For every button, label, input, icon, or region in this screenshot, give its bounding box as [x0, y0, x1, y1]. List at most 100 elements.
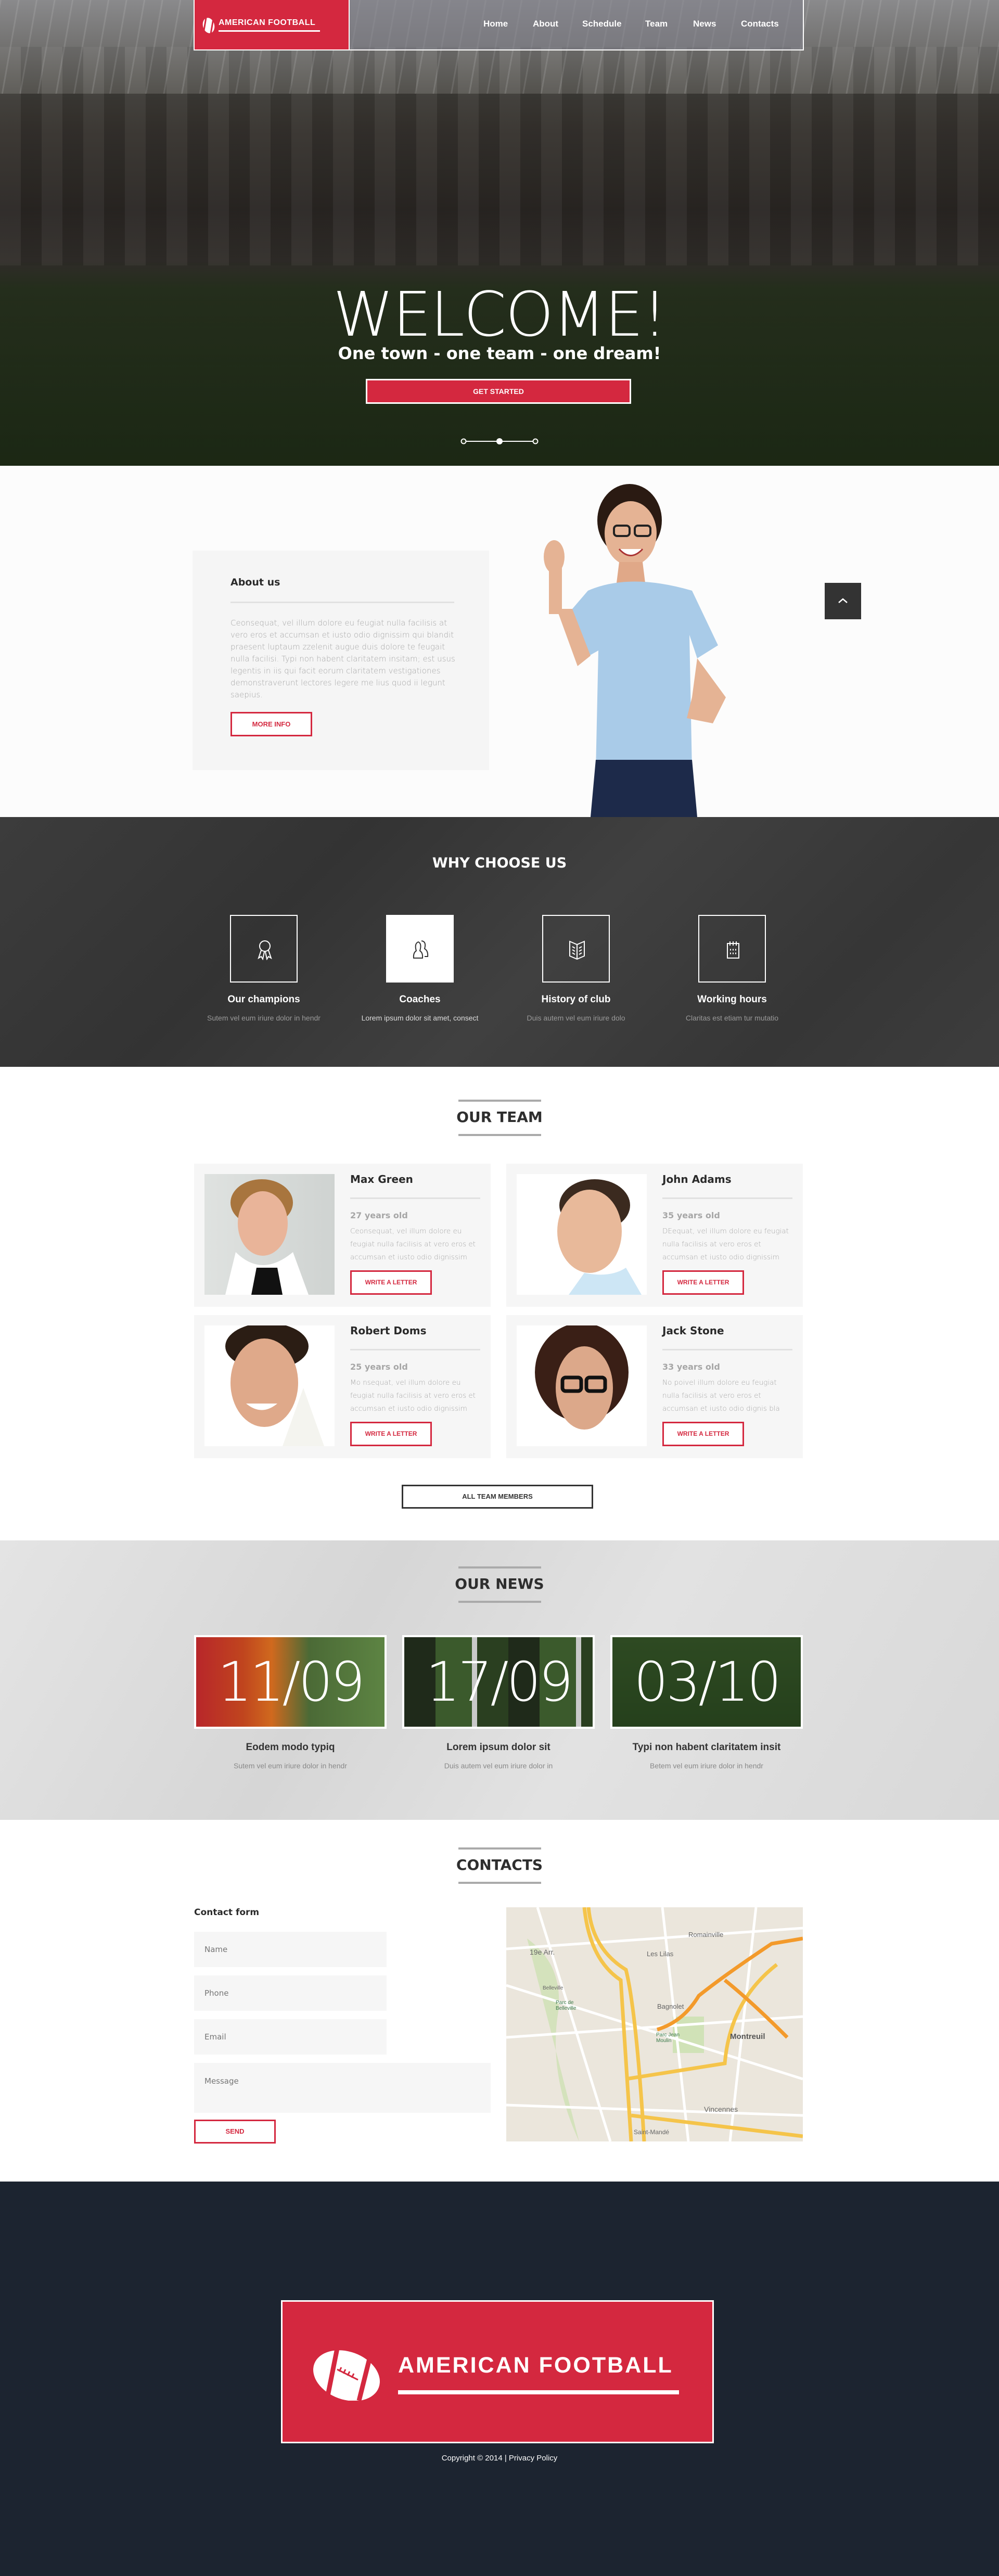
slide-dot-3[interactable]: [532, 438, 539, 444]
logo-underline: [398, 2390, 679, 2394]
map-label: Les Lilas: [647, 1950, 674, 1958]
hero-subtitle: One town - one team - one dream!: [338, 343, 661, 363]
member-age: 33 years old: [662, 1362, 720, 1372]
email-input[interactable]: [194, 2019, 387, 2055]
member-name: John Adams: [662, 1173, 732, 1185]
team-card: Jack Stone 33 years old No poivel illum …: [506, 1315, 803, 1458]
slide-dot-2[interactable]: [496, 438, 503, 444]
why-choose-us-section: [0, 817, 999, 1067]
about-card: About us Ceonsequat, vel illum dolore eu…: [193, 551, 489, 770]
map-label: Bagnolet: [657, 2003, 684, 2010]
site-logo[interactable]: AMERICAN FOOTBALL: [194, 0, 350, 50]
feature-text: Claritas est etiam tur mutatio: [685, 1014, 779, 1022]
member-name: Jack Stone: [662, 1324, 724, 1337]
news-date: 17/09: [426, 1650, 573, 1714]
all-team-members-button[interactable]: ALL TEAM MEMBERS: [402, 1485, 593, 1509]
member-name: Robert Doms: [350, 1324, 427, 1337]
news-date: 11/09: [217, 1650, 365, 1714]
member-bio: Ceonsequat, vel illum dolore eu feugiat …: [350, 1227, 476, 1261]
map-label: Belleville: [543, 1985, 563, 1991]
team-card: Max Green 27 years old Ceonsequat, vel i…: [194, 1164, 491, 1307]
phone-input[interactable]: [194, 1975, 387, 2011]
feature-text: Sutem vel eum iriure dolor in hendr: [207, 1014, 321, 1022]
message-input[interactable]: [194, 2063, 491, 2113]
map-label: Saint-Mandé: [634, 2128, 670, 2136]
footer-logo-text: AMERICAN FOOTBALL: [398, 2353, 673, 2378]
divider: [458, 1100, 541, 1102]
nav-home[interactable]: Home: [483, 19, 508, 29]
hero-title: WELCOME!: [333, 278, 667, 350]
copyright: Copyright © 2014 | Privacy Policy: [0, 2454, 999, 2463]
news-excerpt: Sutem vel eum iriure dolor in hendr: [234, 1762, 347, 1770]
news-excerpt: Betem vel eum iriure dolor in hendr: [650, 1762, 763, 1770]
contacts-title: CONTACTS: [456, 1856, 543, 1873]
about-title: About us: [230, 577, 280, 588]
feature-champions-box[interactable]: [230, 915, 298, 983]
divider: [350, 1197, 480, 1199]
map-label: Parc de Belleville: [556, 2000, 577, 2011]
get-started-button[interactable]: GET STARTED: [366, 379, 631, 404]
users-icon: [413, 940, 429, 959]
feature-title: Working hours: [697, 994, 767, 1005]
nav-schedule[interactable]: Schedule: [582, 19, 622, 29]
more-info-button[interactable]: MORE INFO: [230, 712, 312, 736]
map[interactable]: Romainville Les Lilas Bagnolet Montreuil…: [506, 1907, 803, 2141]
map-roads: [506, 1907, 803, 2141]
chevron-up-icon: [838, 598, 848, 603]
news-title[interactable]: Typi non habent claritatem insit: [610, 1742, 803, 1753]
about-section: [0, 466, 999, 817]
feature-coaches-box[interactable]: [386, 915, 454, 983]
news-title[interactable]: Lorem ipsum dolor sit: [402, 1742, 595, 1753]
nav-team[interactable]: Team: [645, 19, 668, 29]
team-heading: OUR TEAM: [0, 1100, 999, 1137]
nav-about[interactable]: About: [533, 19, 558, 29]
logo-text: AMERICAN FOOTBALL: [219, 18, 316, 27]
contact-form-title: Contact form: [194, 1907, 260, 1918]
write-letter-button[interactable]: WRITE A LETTER: [662, 1270, 744, 1295]
football-icon: [313, 2349, 380, 2401]
nav-contacts[interactable]: Contacts: [741, 19, 779, 29]
feature-hours-box[interactable]: [698, 915, 766, 983]
member-photo: [517, 1325, 647, 1446]
team-card: John Adams 35 years old DEequat, vel ill…: [506, 1164, 803, 1307]
send-button[interactable]: SEND: [194, 2120, 276, 2144]
map-label: 19e Arr.: [530, 1948, 555, 1956]
divider: [458, 1882, 541, 1884]
write-letter-button[interactable]: WRITE A LETTER: [350, 1270, 432, 1295]
team-card: Robert Doms 25 years old Mo nsequat, vel…: [194, 1315, 491, 1458]
name-input[interactable]: [194, 1932, 387, 1967]
news-image[interactable]: 11/09: [194, 1635, 387, 1729]
feature-text: Lorem ipsum dolor sit amet, consect: [361, 1014, 479, 1022]
divider: [350, 1349, 480, 1350]
contacts-heading: CONTACTS: [0, 1847, 999, 1885]
news-date: 03/10: [634, 1650, 782, 1714]
slider-pagination: [460, 438, 539, 444]
divider: [458, 1601, 541, 1603]
member-bio: Mo nsequat, vel illum dolore eu feugiat …: [350, 1379, 476, 1413]
divider: [458, 1566, 541, 1568]
scroll-to-top-button[interactable]: [825, 583, 861, 619]
nav-news[interactable]: News: [693, 19, 716, 29]
member-photo: [517, 1174, 647, 1295]
member-name: Max Green: [350, 1173, 413, 1185]
news-image[interactable]: 17/09: [402, 1635, 595, 1729]
player-image: [544, 484, 726, 817]
divider: [662, 1197, 792, 1199]
member-age: 27 years old: [350, 1210, 408, 1220]
member-bio: DEequat, vel illum dolore eu feugiat nul…: [662, 1227, 789, 1261]
about-text: Ceonsequat, vel illum dolore eu feugiat …: [230, 618, 455, 699]
logo-underline: [219, 30, 320, 32]
feature-history-box[interactable]: [542, 915, 610, 983]
footer-logo[interactable]: AMERICAN FOOTBALL: [281, 2300, 714, 2443]
copyright-text: Copyright © 2014: [441, 2454, 503, 2463]
write-letter-button[interactable]: WRITE A LETTER: [350, 1422, 432, 1446]
news-title[interactable]: Eodem modo typiq: [194, 1742, 387, 1753]
write-letter-button[interactable]: WRITE A LETTER: [662, 1422, 744, 1446]
award-icon: [258, 940, 272, 960]
privacy-policy-link[interactable]: Privacy Policy: [509, 2454, 557, 2463]
map-label: Parc Jean Moulin: [656, 2032, 680, 2044]
map-label: Romainville: [688, 1931, 724, 1939]
slide-dot-1[interactable]: [460, 438, 467, 444]
divider: [458, 1134, 541, 1136]
news-image[interactable]: 03/10: [610, 1635, 803, 1729]
